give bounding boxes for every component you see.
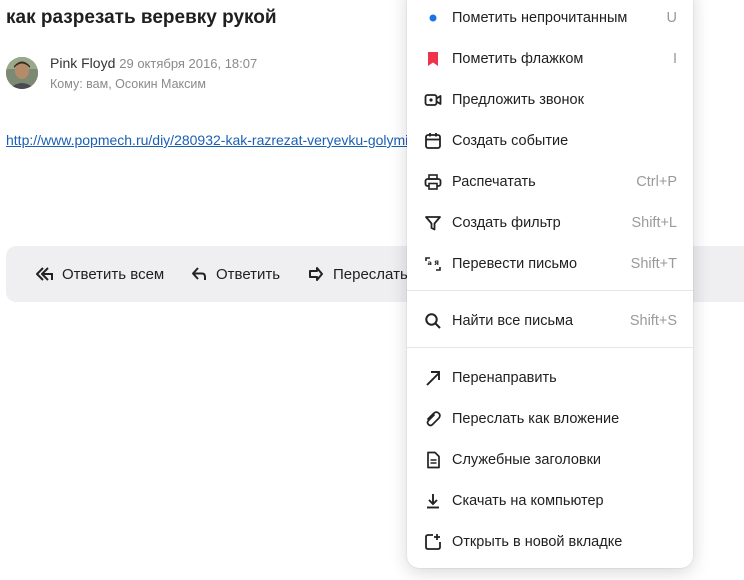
menu-item-shortcut: Shift+S	[629, 313, 677, 329]
menu-item-print[interactable]: Распечатать Ctrl+P	[407, 164, 693, 200]
menu-item-shortcut: U	[666, 10, 677, 26]
menu-item-shortcut: Shift+T	[630, 256, 677, 272]
reply-all-icon	[36, 267, 53, 281]
download-icon	[424, 492, 442, 510]
reply-all-button[interactable]: Ответить всем	[34, 246, 164, 302]
unread-dot-icon	[424, 9, 442, 27]
reply-all-label: Ответить всем	[62, 265, 165, 283]
translate-icon: a Я	[424, 255, 442, 273]
menu-item-service-headers[interactable]: Служебные заголовки	[407, 442, 693, 478]
sender-line: Pink Floyd 29 октября 2016, 18:07	[50, 54, 257, 73]
document-icon	[424, 451, 442, 469]
menu-item-label: Служебные заголовки	[452, 452, 602, 468]
menu-item-label: Открыть в новой вкладке	[452, 534, 623, 550]
search-icon	[424, 312, 442, 330]
redirect-arrow-icon	[424, 369, 442, 387]
menu-item-label: Создать событие	[452, 133, 569, 149]
svg-text:a: a	[428, 259, 432, 267]
menu-item-label: Перевести письмо	[452, 256, 578, 272]
message-link[interactable]: http://www.popmech.ru/diy/280932-kak-raz…	[6, 131, 408, 149]
menu-item-shortcut: Ctrl+P	[636, 174, 677, 190]
menu-item-create-filter[interactable]: Создать фильтр Shift+L	[407, 205, 693, 241]
svg-text:Я: Я	[434, 259, 439, 267]
message-date: 29 октября 2016, 18:07	[119, 56, 258, 71]
menu-item-flag[interactable]: Пометить флажком I	[407, 41, 693, 77]
menu-item-label: Пометить непрочитанным	[452, 10, 628, 26]
calendar-icon	[424, 132, 442, 150]
sender-avatar[interactable]	[6, 57, 38, 89]
menu-item-open-new-tab[interactable]: Открыть в новой вкладке	[407, 524, 693, 560]
menu-item-suggest-call[interactable]: Предложить звонок	[407, 82, 693, 118]
forward-button[interactable]: Переслать	[308, 246, 408, 302]
message-subject: как разрезать веревку рукой	[6, 7, 277, 28]
menu-item-label: Распечатать	[452, 174, 536, 190]
video-call-icon	[424, 91, 442, 109]
menu-item-label: Скачать на компьютер	[452, 493, 604, 509]
forward-label: Переслать	[333, 265, 408, 283]
menu-item-label: Перенаправить	[452, 370, 557, 386]
menu-item-find-all[interactable]: Найти все письма Shift+S	[407, 303, 693, 339]
menu-item-download[interactable]: Скачать на компьютер	[407, 483, 693, 519]
menu-item-redirect[interactable]: Перенаправить	[407, 360, 693, 396]
paperclip-icon	[424, 410, 442, 428]
menu-item-label: Переслать как вложение	[452, 411, 620, 427]
menu-divider	[407, 290, 693, 291]
forward-icon	[309, 267, 323, 281]
filter-icon	[424, 214, 442, 232]
sender-name[interactable]: Pink Floyd	[50, 55, 115, 71]
menu-item-label: Создать фильтр	[452, 215, 561, 231]
printer-icon	[424, 173, 442, 191]
menu-item-label: Найти все письма	[452, 313, 574, 329]
menu-item-create-event[interactable]: Создать событие	[407, 123, 693, 159]
new-tab-icon	[424, 533, 442, 551]
reply-label: Ответить	[216, 265, 281, 283]
menu-item-translate[interactable]: a Я Перевести письмо Shift+T	[407, 246, 693, 282]
menu-item-shortcut: I	[672, 51, 677, 67]
reply-icon	[192, 267, 206, 280]
menu-item-label: Предложить звонок	[452, 92, 584, 108]
menu-item-forward-attachment[interactable]: Переслать как вложение	[407, 401, 693, 437]
reply-button[interactable]: Ответить	[191, 246, 280, 302]
message-context-menu: Пометить непрочитанным U Пометить флажко…	[407, 0, 693, 568]
flag-icon	[424, 50, 442, 68]
menu-item-shortcut: Shift+L	[631, 215, 677, 231]
menu-item-mark-unread[interactable]: Пометить непрочитанным U	[407, 0, 693, 36]
menu-divider	[407, 347, 693, 348]
menu-item-label: Пометить флажком	[452, 51, 584, 67]
recipients: Кому: вам, Осокин Максим	[50, 77, 206, 91]
